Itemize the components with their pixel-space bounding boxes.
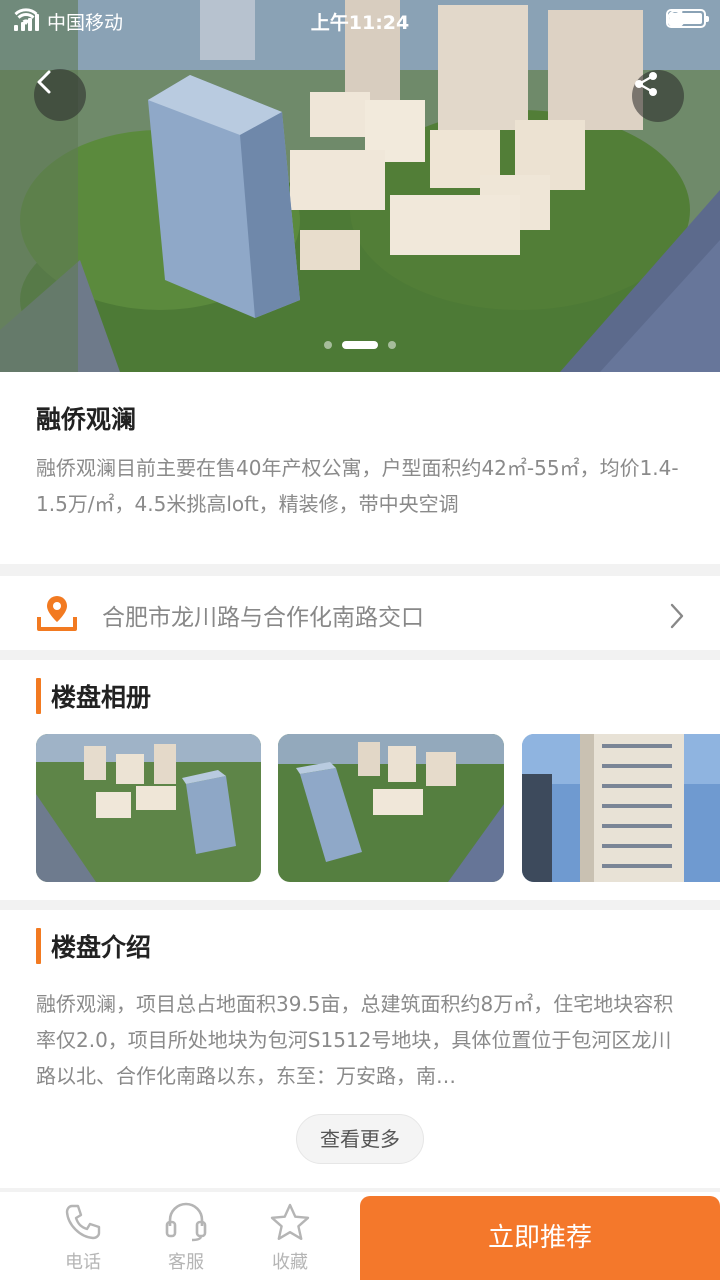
location-pin-icon — [37, 596, 77, 631]
album-photo-image — [522, 734, 720, 882]
battery-icon — [666, 9, 709, 28]
hero-image — [0, 0, 720, 372]
phone-tab[interactable]: 电话 — [38, 1192, 128, 1280]
project-info-card: 融侨观澜 融侨观澜目前主要在售40年产权公寓，户型面积约42㎡-55㎡，均价1.… — [0, 372, 720, 564]
status-time: 上午11:24 — [310, 12, 410, 34]
address-row[interactable]: 合肥市龙川路与合作化南路交口 — [0, 576, 720, 650]
address-text: 合肥市龙川路与合作化南路交口 — [102, 605, 424, 631]
intro-body: 融侨观澜，项目总占地面积39.5亩，总建筑面积约8万㎡，住宅地块容积率仅2.0，… — [36, 992, 674, 1088]
project-summary: 融侨观澜目前主要在售40年产权公寓，户型面积约42㎡-55㎡，均价1.4-1.5… — [36, 456, 679, 516]
star-icon — [270, 1203, 310, 1240]
carousel-dot-active[interactable] — [342, 341, 378, 349]
customer-service-tab[interactable]: 客服 — [141, 1192, 231, 1280]
share-button[interactable] — [632, 70, 684, 122]
bottom-action-bar: 电话 客服 收藏 立即推荐 — [0, 1192, 720, 1280]
section-accent-bar — [36, 928, 41, 964]
view-more-button[interactable]: 查看更多 — [296, 1114, 424, 1164]
intro-title: 楼盘介绍 — [51, 933, 152, 962]
hero-carousel[interactable]: 中国移动 上午11:24 — [0, 0, 720, 372]
phone-icon — [65, 1204, 101, 1240]
status-bar: 中国移动 上午11:24 — [0, 0, 720, 40]
phone-label: 电话 — [65, 1252, 101, 1273]
chevron-right-icon — [670, 603, 684, 629]
carousel-indicator — [0, 341, 720, 349]
favorite-tab[interactable]: 收藏 — [245, 1192, 335, 1280]
customer-service-label: 客服 — [168, 1252, 204, 1273]
chevron-left-icon — [37, 70, 51, 94]
album-photo[interactable] — [278, 734, 504, 882]
back-button[interactable] — [34, 69, 86, 121]
headset-icon — [165, 1202, 207, 1242]
intro-section: 楼盘介绍 融侨观澜，项目总占地面积39.5亩，总建筑面积约8万㎡，住宅地块容积率… — [0, 910, 720, 1188]
carousel-dot[interactable] — [324, 341, 332, 349]
album-section: 楼盘相册 — [0, 660, 720, 900]
carousel-dot[interactable] — [388, 341, 396, 349]
album-photo-image — [278, 734, 504, 882]
album-photo[interactable] — [522, 734, 720, 882]
share-icon — [635, 72, 657, 96]
favorite-label: 收藏 — [272, 1252, 308, 1273]
album-header: 楼盘相册 — [36, 678, 151, 714]
recommend-now-button[interactable]: 立即推荐 — [360, 1196, 720, 1280]
album-photo-image — [36, 734, 261, 882]
album-photo[interactable] — [36, 734, 261, 882]
intro-header: 楼盘介绍 — [36, 928, 151, 964]
section-accent-bar — [36, 678, 41, 714]
album-title: 楼盘相册 — [51, 683, 152, 712]
project-name: 融侨观澜 — [36, 405, 137, 434]
